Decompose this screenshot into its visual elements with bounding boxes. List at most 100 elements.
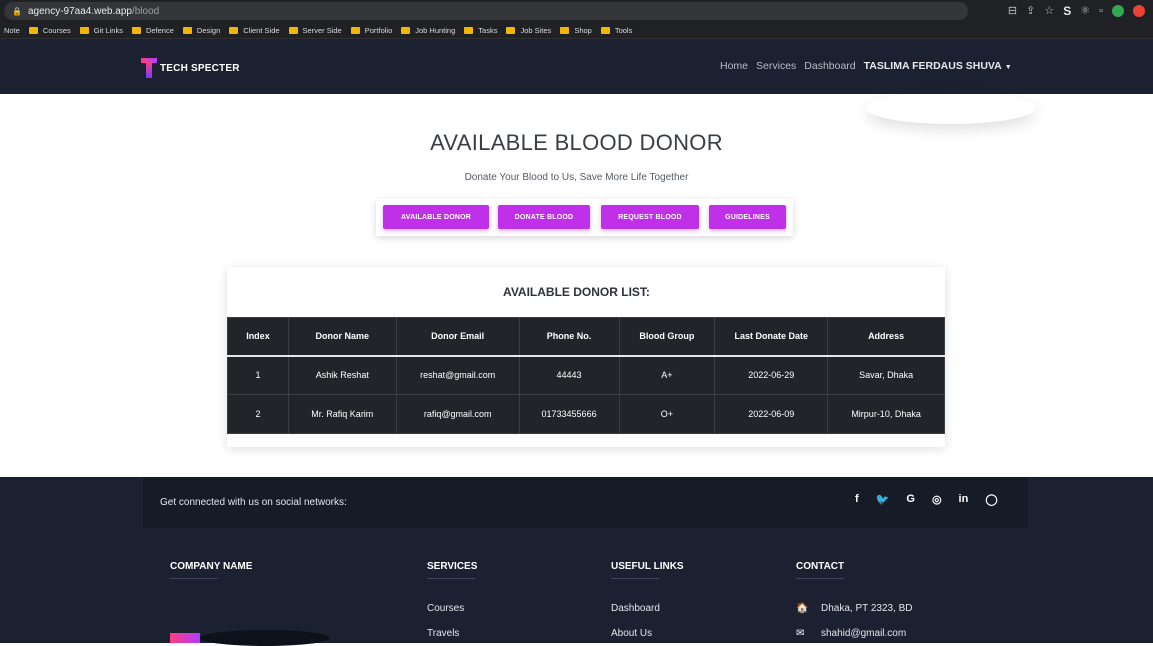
cell-last-donate-date: 2022-06-29 [714,355,829,395]
bookmarks-bar: Note Courses Git Links Defence Design Cl… [0,22,1153,39]
facebook-icon[interactable]: f [855,493,859,506]
google-icon[interactable]: G [906,493,915,506]
bookmark-star-icon[interactable]: ☆ [1044,3,1054,19]
donor-table: Index Donor Name Donor Email Phone No. B… [227,317,945,434]
folder-icon [182,26,192,34]
bookmark-folder[interactable]: Design [182,26,220,35]
home-icon: 🏠 [796,603,809,614]
footer-divider [796,578,844,579]
user-dropdown-shadow [866,92,1036,124]
column-header: Last Donate Date [714,317,829,356]
cell-blood-group: O+ [618,394,716,434]
footer-useful-links-title: USEFUL LINKS [611,561,684,572]
table-header-row: Index Donor Name Donor Email Phone No. B… [227,317,945,356]
cell-donor-name: Ashik Reshat [287,355,397,395]
linkedin-icon[interactable]: in [959,493,969,506]
nav-dashboard-link[interactable]: Dashboard [804,60,855,72]
folder-icon [288,26,298,34]
donate-blood-button[interactable]: DONATE BLOOD [498,205,590,229]
cell-donor-email: reshat@gmail.com [395,355,520,395]
folder-icon [506,26,516,34]
footer-link-courses[interactable]: Courses [427,603,464,614]
user-name: TASLIMA FERDAUS SHUVA [863,60,1002,72]
cell-last-donate-date: 2022-06-09 [714,394,829,434]
user-menu-toggle[interactable]: TASLIMA FERDAUS SHUVA ▼ [864,60,1012,72]
bookmark-folder[interactable]: Client Side [229,26,280,35]
address-bar[interactable]: 🔒 agency-97aa4.web.app/blood [4,2,968,20]
cell-donor-email: rafiq@gmail.com [395,394,520,434]
footer-services-title: SERVICES [427,561,478,572]
blood-action-panel: AVAILABLE DONOR DONATE BLOOD REQUEST BLO… [376,199,793,236]
folder-icon [229,26,239,34]
footer-divider [427,578,475,579]
twitter-icon[interactable]: 🐦 [876,493,890,506]
extension-s-icon[interactable]: S [1063,3,1071,19]
cell-phone: 44443 [518,355,620,395]
bookmark-folder[interactable]: Git Links [79,26,123,35]
bookmark-folder[interactable]: Server Side [288,26,342,35]
url-host: agency-97aa4.web.app [27,5,132,17]
column-header: Phone No. [518,317,620,356]
bookmark-note[interactable]: Note [4,26,20,35]
github-icon[interactable]: ◯ [985,493,997,506]
folder-icon [401,26,411,34]
caret-down-icon: ▼ [1004,64,1012,71]
extension-ad-icon[interactable]: ▫ [1099,3,1103,19]
footer-link-dashboard[interactable]: Dashboard [611,603,660,614]
page-subtitle: Donate Your Blood to Us, Save More Life … [464,172,689,183]
logo-t-icon [141,58,157,78]
cell-blood-group: A+ [618,355,716,395]
column-header: Donor Email [395,317,520,356]
logo-text: TECH SPECTER [160,62,240,74]
bookmark-folder[interactable]: Job Hunting [401,26,455,35]
nav-services-link[interactable]: Services [756,60,796,72]
share-icon[interactable]: ⇪ [1026,3,1035,19]
folder-icon [600,26,610,34]
bookmark-folder[interactable]: Shop [560,26,592,35]
footer-logo[interactable] [170,633,200,643]
install-app-icon[interactable]: ⊟ [1008,3,1017,19]
cell-donor-name: Mr. Rafiq Karim [287,394,397,434]
url-path: /blood [131,5,160,17]
extension-red-icon[interactable] [1133,5,1145,17]
nav-home-link[interactable]: Home [720,60,748,72]
lock-icon: 🔒 [12,6,22,16]
social-icons: f 🐦 G ◎ in ◯ [855,493,998,506]
footer-link-about-us[interactable]: About Us [611,628,652,639]
cell-address: Mirpur-10, Dhaka [827,394,945,434]
extension-react-icon[interactable]: ⚛ [1080,3,1090,19]
contact-address: Dhaka, PT 2323, BD [821,603,913,614]
folder-icon [79,26,89,34]
contact-email[interactable]: shahid@gmail.com [821,628,906,639]
folder-icon [28,26,38,34]
guidelines-button[interactable]: GUIDELINES [709,205,786,229]
footer-divider [170,578,218,579]
footer-link-travels[interactable]: Travels [427,628,459,639]
column-header: Donor Name [287,317,397,356]
page-title: AVAILABLE BLOOD DONOR [430,130,723,155]
bookmark-folder[interactable]: Courses [28,26,71,35]
available-donor-button[interactable]: AVAILABLE DONOR [383,205,489,229]
bookmark-folder[interactable]: Tools [600,26,632,35]
table-row: 2 Mr. Rafiq Karim rafiq@gmail.com 017334… [227,394,945,434]
folder-icon [350,26,360,34]
bookmark-folder[interactable]: Job Sites [506,26,551,35]
bookmark-folder[interactable]: Tasks [464,26,497,35]
extension-green-icon[interactable] [1112,5,1124,17]
site-logo[interactable]: TECH SPECTER [141,58,240,78]
cell-phone: 01733455666 [518,394,620,434]
site-navbar: TECH SPECTER Home Services Dashboard TAS… [0,39,1153,94]
instagram-icon[interactable]: ◎ [932,493,942,506]
nav-links: Home Services Dashboard TASLIMA FERDAUS … [720,60,1012,72]
folder-icon [560,26,570,34]
donor-list-title: AVAILABLE DONOR LIST: [503,285,650,299]
folder-icon [464,26,474,34]
table-row: 1 Ashik Reshat reshat@gmail.com 44443 A+… [227,355,945,395]
column-header: Blood Group [618,317,716,356]
footer-company-title: COMPANY NAME [170,561,253,572]
bookmark-folder[interactable]: Defence [131,26,174,35]
bookmark-folder[interactable]: Portfolio [350,26,392,35]
cell-index: 1 [227,355,289,395]
request-blood-button[interactable]: REQUEST BLOOD [601,205,699,229]
social-text: Get connected with us on social networks… [160,497,347,508]
